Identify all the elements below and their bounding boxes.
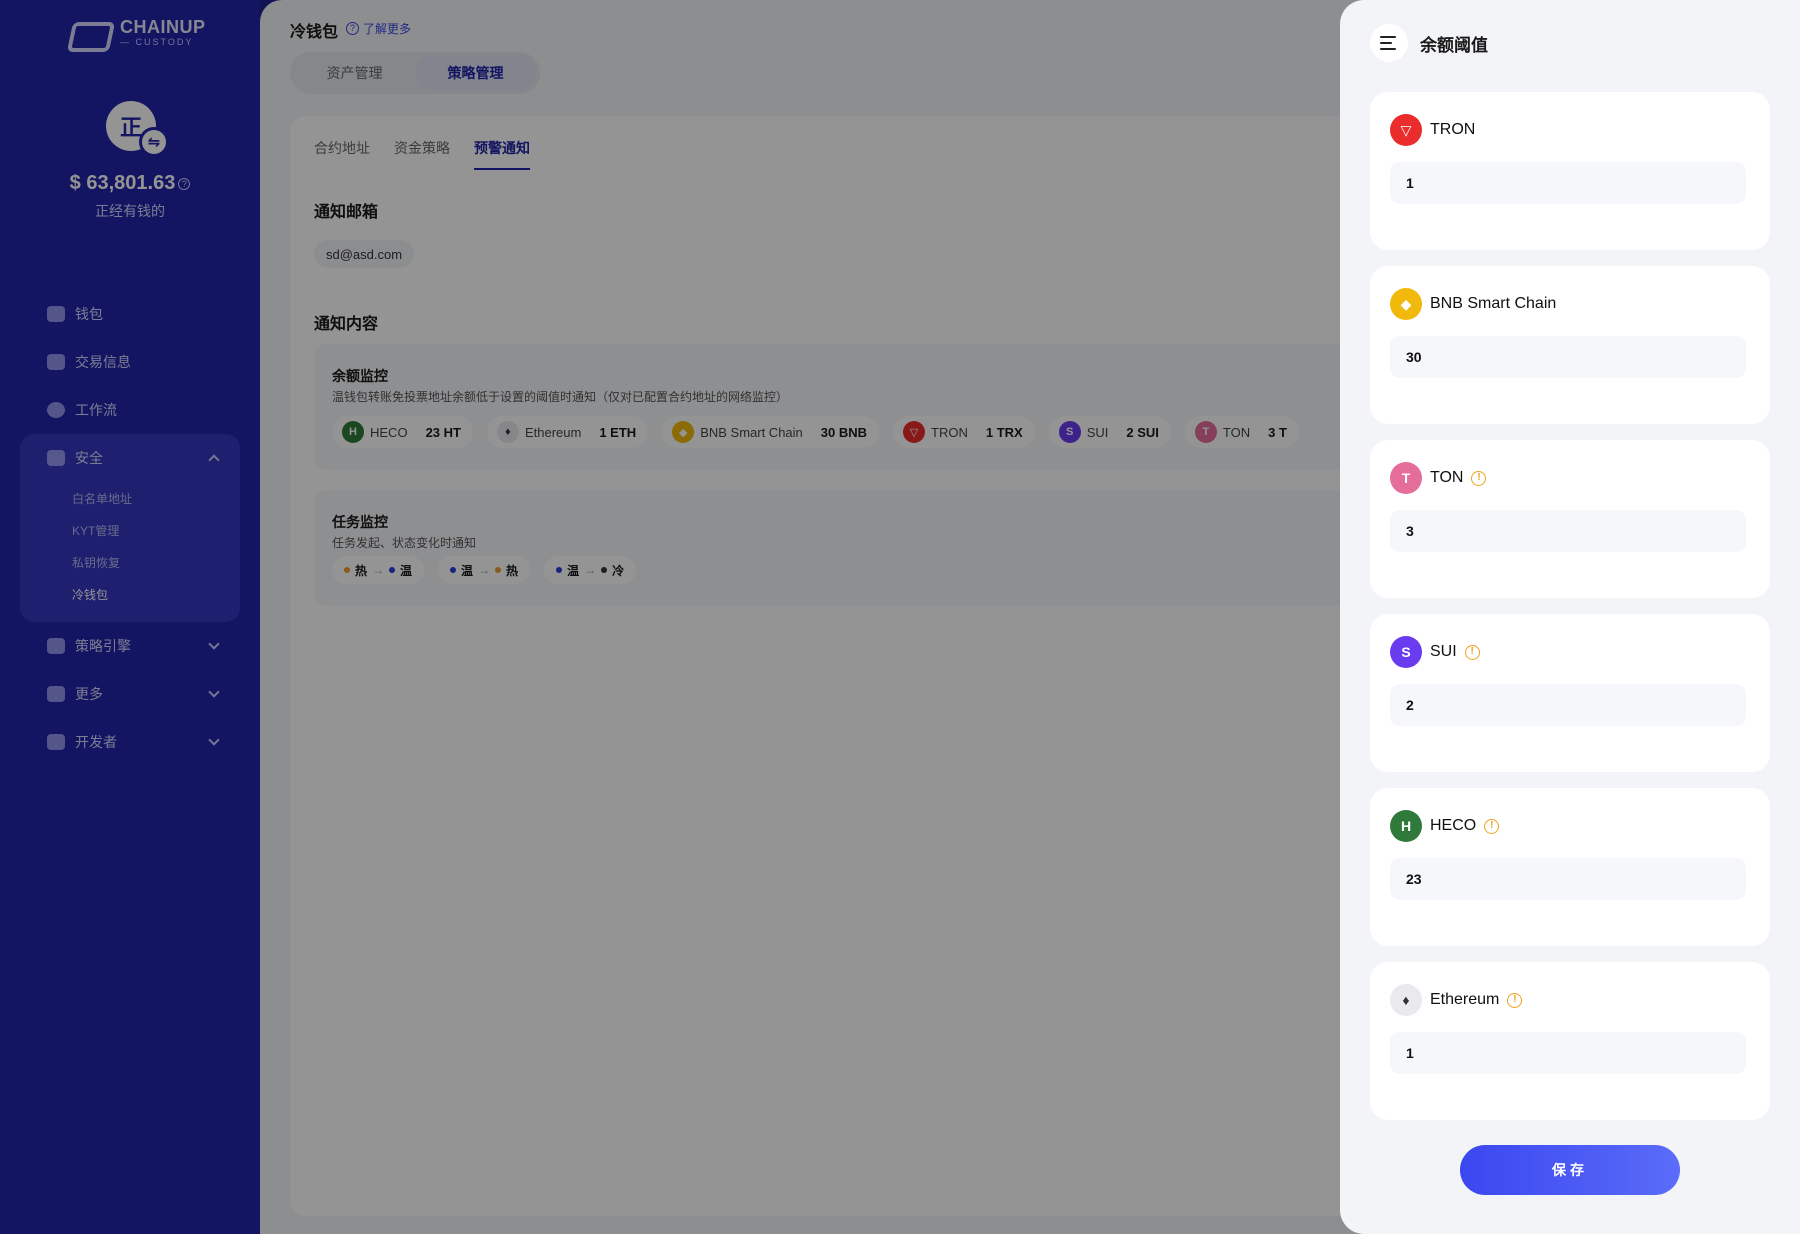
threshold-card: S SUI! (1370, 614, 1770, 772)
threshold-input[interactable] (1390, 162, 1746, 204)
chain-name: Ethereum (1430, 991, 1500, 1008)
warning-icon[interactable]: ! (1471, 470, 1487, 486)
threshold-card: H HECO! (1370, 788, 1770, 946)
threshold-card: ♦ Ethereum! (1370, 962, 1770, 1120)
ton-icon: T (1390, 462, 1422, 494)
threshold-input[interactable] (1390, 510, 1746, 552)
drawer-title: 余额阈值 (1420, 35, 1488, 55)
collapse-menu-icon[interactable] (1370, 24, 1408, 62)
threshold-card: ▽ TRON (1370, 92, 1770, 250)
drawer-header: 余额阈值 (1370, 24, 1488, 62)
chain-name: BNB Smart Chain (1430, 295, 1557, 312)
chain-name: HECO (1430, 817, 1477, 834)
threshold-drawer: 余额阈值 ▽ TRON ◆ BNB Smart Chain T TON! S SUI! H HEC… (1340, 0, 1800, 1234)
heco-icon: H (1390, 810, 1422, 842)
chain-name: SUI (1430, 643, 1457, 660)
warning-icon[interactable]: ! (1464, 644, 1480, 660)
threshold-input[interactable] (1390, 858, 1746, 900)
threshold-card: ◆ BNB Smart Chain (1370, 266, 1770, 424)
threshold-card-header: ◆ BNB Smart Chain (1390, 288, 1556, 320)
threshold-card-header: H HECO! (1390, 810, 1500, 842)
threshold-card: T TON! (1370, 440, 1770, 598)
threshold-input[interactable] (1390, 1032, 1746, 1074)
sui-icon: S (1390, 636, 1422, 668)
chain-name: TRON (1430, 121, 1476, 138)
warning-icon[interactable]: ! (1484, 818, 1500, 834)
save-button[interactable]: 保存 (1460, 1145, 1680, 1195)
warning-icon[interactable]: ! (1507, 992, 1523, 1008)
threshold-card-header: ▽ TRON (1390, 114, 1475, 146)
chain-name: TON (1430, 469, 1464, 486)
ethereum-icon: ♦ (1390, 984, 1422, 1016)
threshold-card-header: S SUI! (1390, 636, 1480, 668)
threshold-card-header: T TON! (1390, 462, 1487, 494)
tron-icon: ▽ (1390, 114, 1422, 146)
bnb-icon: ◆ (1390, 288, 1422, 320)
threshold-input[interactable] (1390, 336, 1746, 378)
threshold-card-header: ♦ Ethereum! (1390, 984, 1523, 1016)
threshold-input[interactable] (1390, 684, 1746, 726)
